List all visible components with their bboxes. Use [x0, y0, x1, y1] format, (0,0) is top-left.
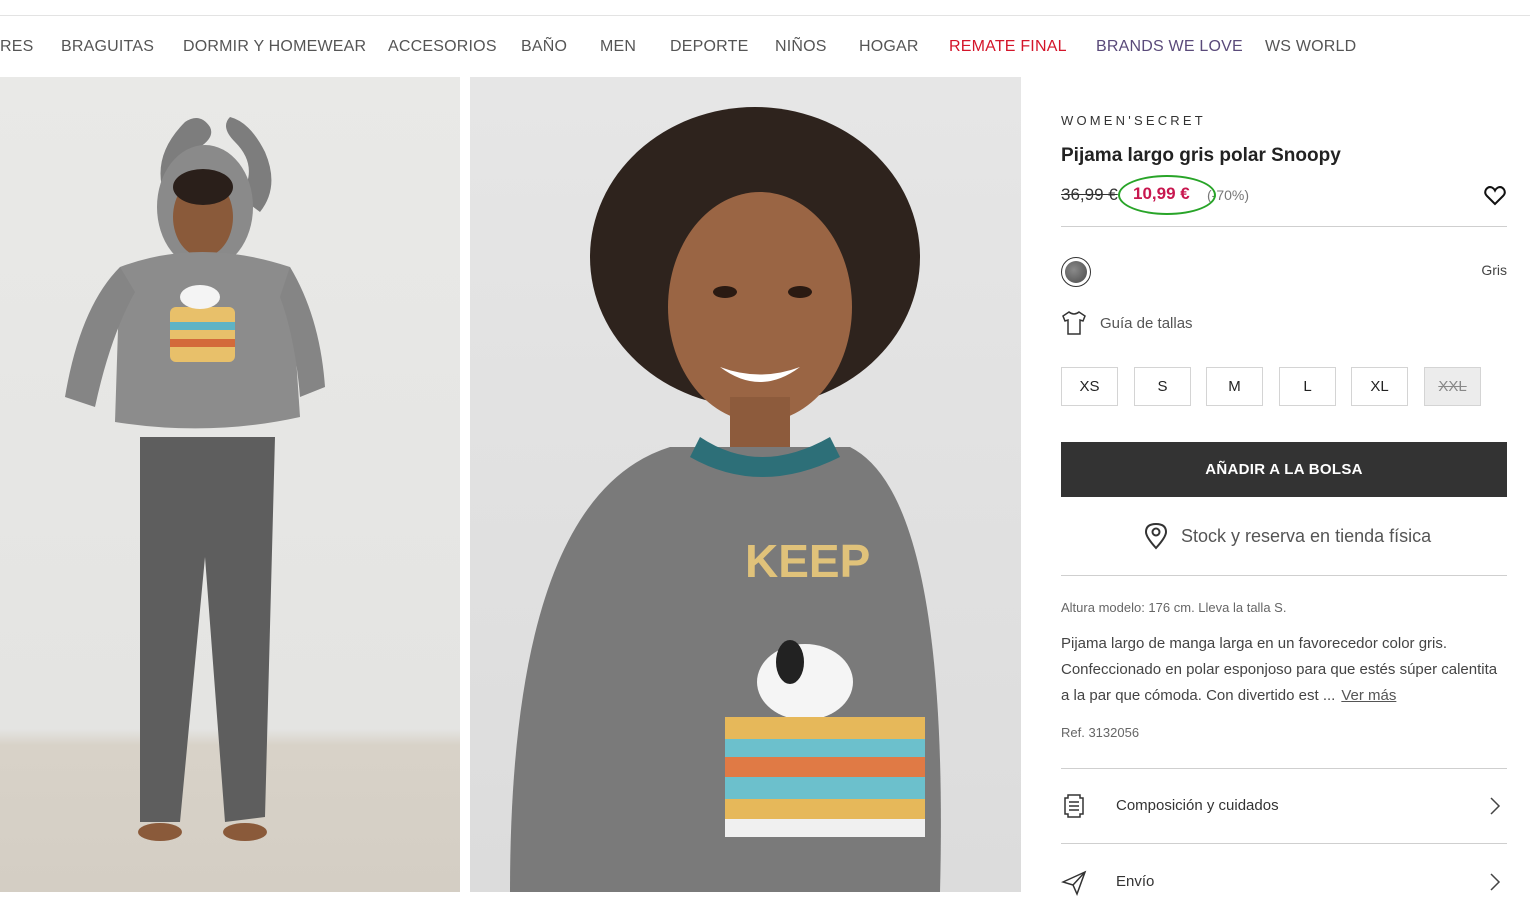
price-row: 36,99 € 10,99 € (-70%) [1061, 175, 1507, 215]
divider [1061, 575, 1507, 576]
add-to-bag-button[interactable]: AÑADIR A LA BOLSA [1061, 442, 1507, 497]
nav-item-men[interactable]: MEN [600, 38, 636, 56]
nav-item-bano[interactable]: BAÑO [521, 38, 567, 56]
price-highlight-circle [1118, 175, 1216, 215]
shirt-icon [1062, 311, 1086, 335]
product-photo-closeup[interactable]: KEEP [470, 77, 1021, 892]
location-pin-icon [1144, 522, 1168, 550]
size-button-xl[interactable]: XL [1351, 367, 1408, 406]
size-guide-label: Guía de tallas [1100, 315, 1193, 332]
accordion-label: Composición y cuidados [1116, 797, 1279, 814]
size-button-xxl: XXL [1424, 367, 1481, 406]
nav-item-deporte[interactable]: DEPORTE [670, 38, 748, 56]
selected-color-name: Gris [1481, 262, 1507, 278]
model-info: Altura modelo: 176 cm. Lleva la talla S. [1061, 600, 1287, 615]
product-description: Pijama largo de manga larga en un favore… [1061, 631, 1507, 709]
nav-item-brands-we-love[interactable]: BRANDS WE LOVE [1096, 38, 1243, 56]
nav-item-res[interactable]: RES [0, 38, 34, 56]
care-label-icon [1064, 794, 1084, 818]
brand-name: WOMEN'SECRET [1061, 113, 1206, 128]
accordion-shipping[interactable]: Envío [1061, 862, 1507, 902]
divider [1061, 768, 1507, 769]
heart-icon[interactable] [1483, 183, 1507, 207]
size-button-m[interactable]: M [1206, 367, 1263, 406]
product-reference: Ref. 3132056 [1061, 725, 1140, 740]
accordion-composition[interactable]: Composición y cuidados [1061, 786, 1507, 826]
color-swatch-gris[interactable] [1061, 257, 1091, 287]
nav-item-ws-world[interactable]: WS WORLD [1265, 38, 1356, 56]
store-stock-label: Stock y reserva en tienda física [1181, 526, 1432, 546]
product-title: Pijama largo gris polar Snoopy [1061, 145, 1341, 166]
model-closeup-illustration: KEEP [510, 107, 941, 892]
size-button-s[interactable]: S [1134, 367, 1191, 406]
divider [1061, 843, 1507, 844]
nav-item-accesorios[interactable]: ACCESORIOS [388, 38, 497, 56]
divider [1061, 226, 1507, 227]
size-button-l[interactable]: L [1279, 367, 1336, 406]
nav-item-hogar[interactable]: HOGAR [859, 38, 919, 56]
see-more-link[interactable]: Ver más [1341, 687, 1396, 704]
description-text: Pijama largo de manga larga en un favore… [1061, 635, 1498, 704]
accordion-label: Envío [1116, 873, 1155, 890]
chevron-right-icon [1490, 873, 1501, 891]
top-divider [0, 15, 1530, 16]
svg-text:KEEP: KEEP [745, 535, 870, 587]
nav-item-braguitas[interactable]: BRAGUITAS [61, 38, 154, 56]
model-full-body-illustration [65, 117, 325, 841]
chevron-right-icon [1490, 797, 1501, 815]
size-button-xs[interactable]: XS [1061, 367, 1118, 406]
category-nav: RES BRAGUITAS DORMIR Y HOMEWEAR ACCESORI… [0, 38, 1530, 62]
nav-item-dormir-homewear[interactable]: DORMIR Y HOMEWEAR [183, 38, 366, 56]
nav-item-remate-final[interactable]: REMATE FINAL [949, 38, 1067, 56]
product-photo-full-body[interactable] [0, 77, 460, 892]
nav-item-ninos[interactable]: NIÑOS [775, 38, 827, 56]
original-price: 36,99 € [1061, 185, 1118, 204]
